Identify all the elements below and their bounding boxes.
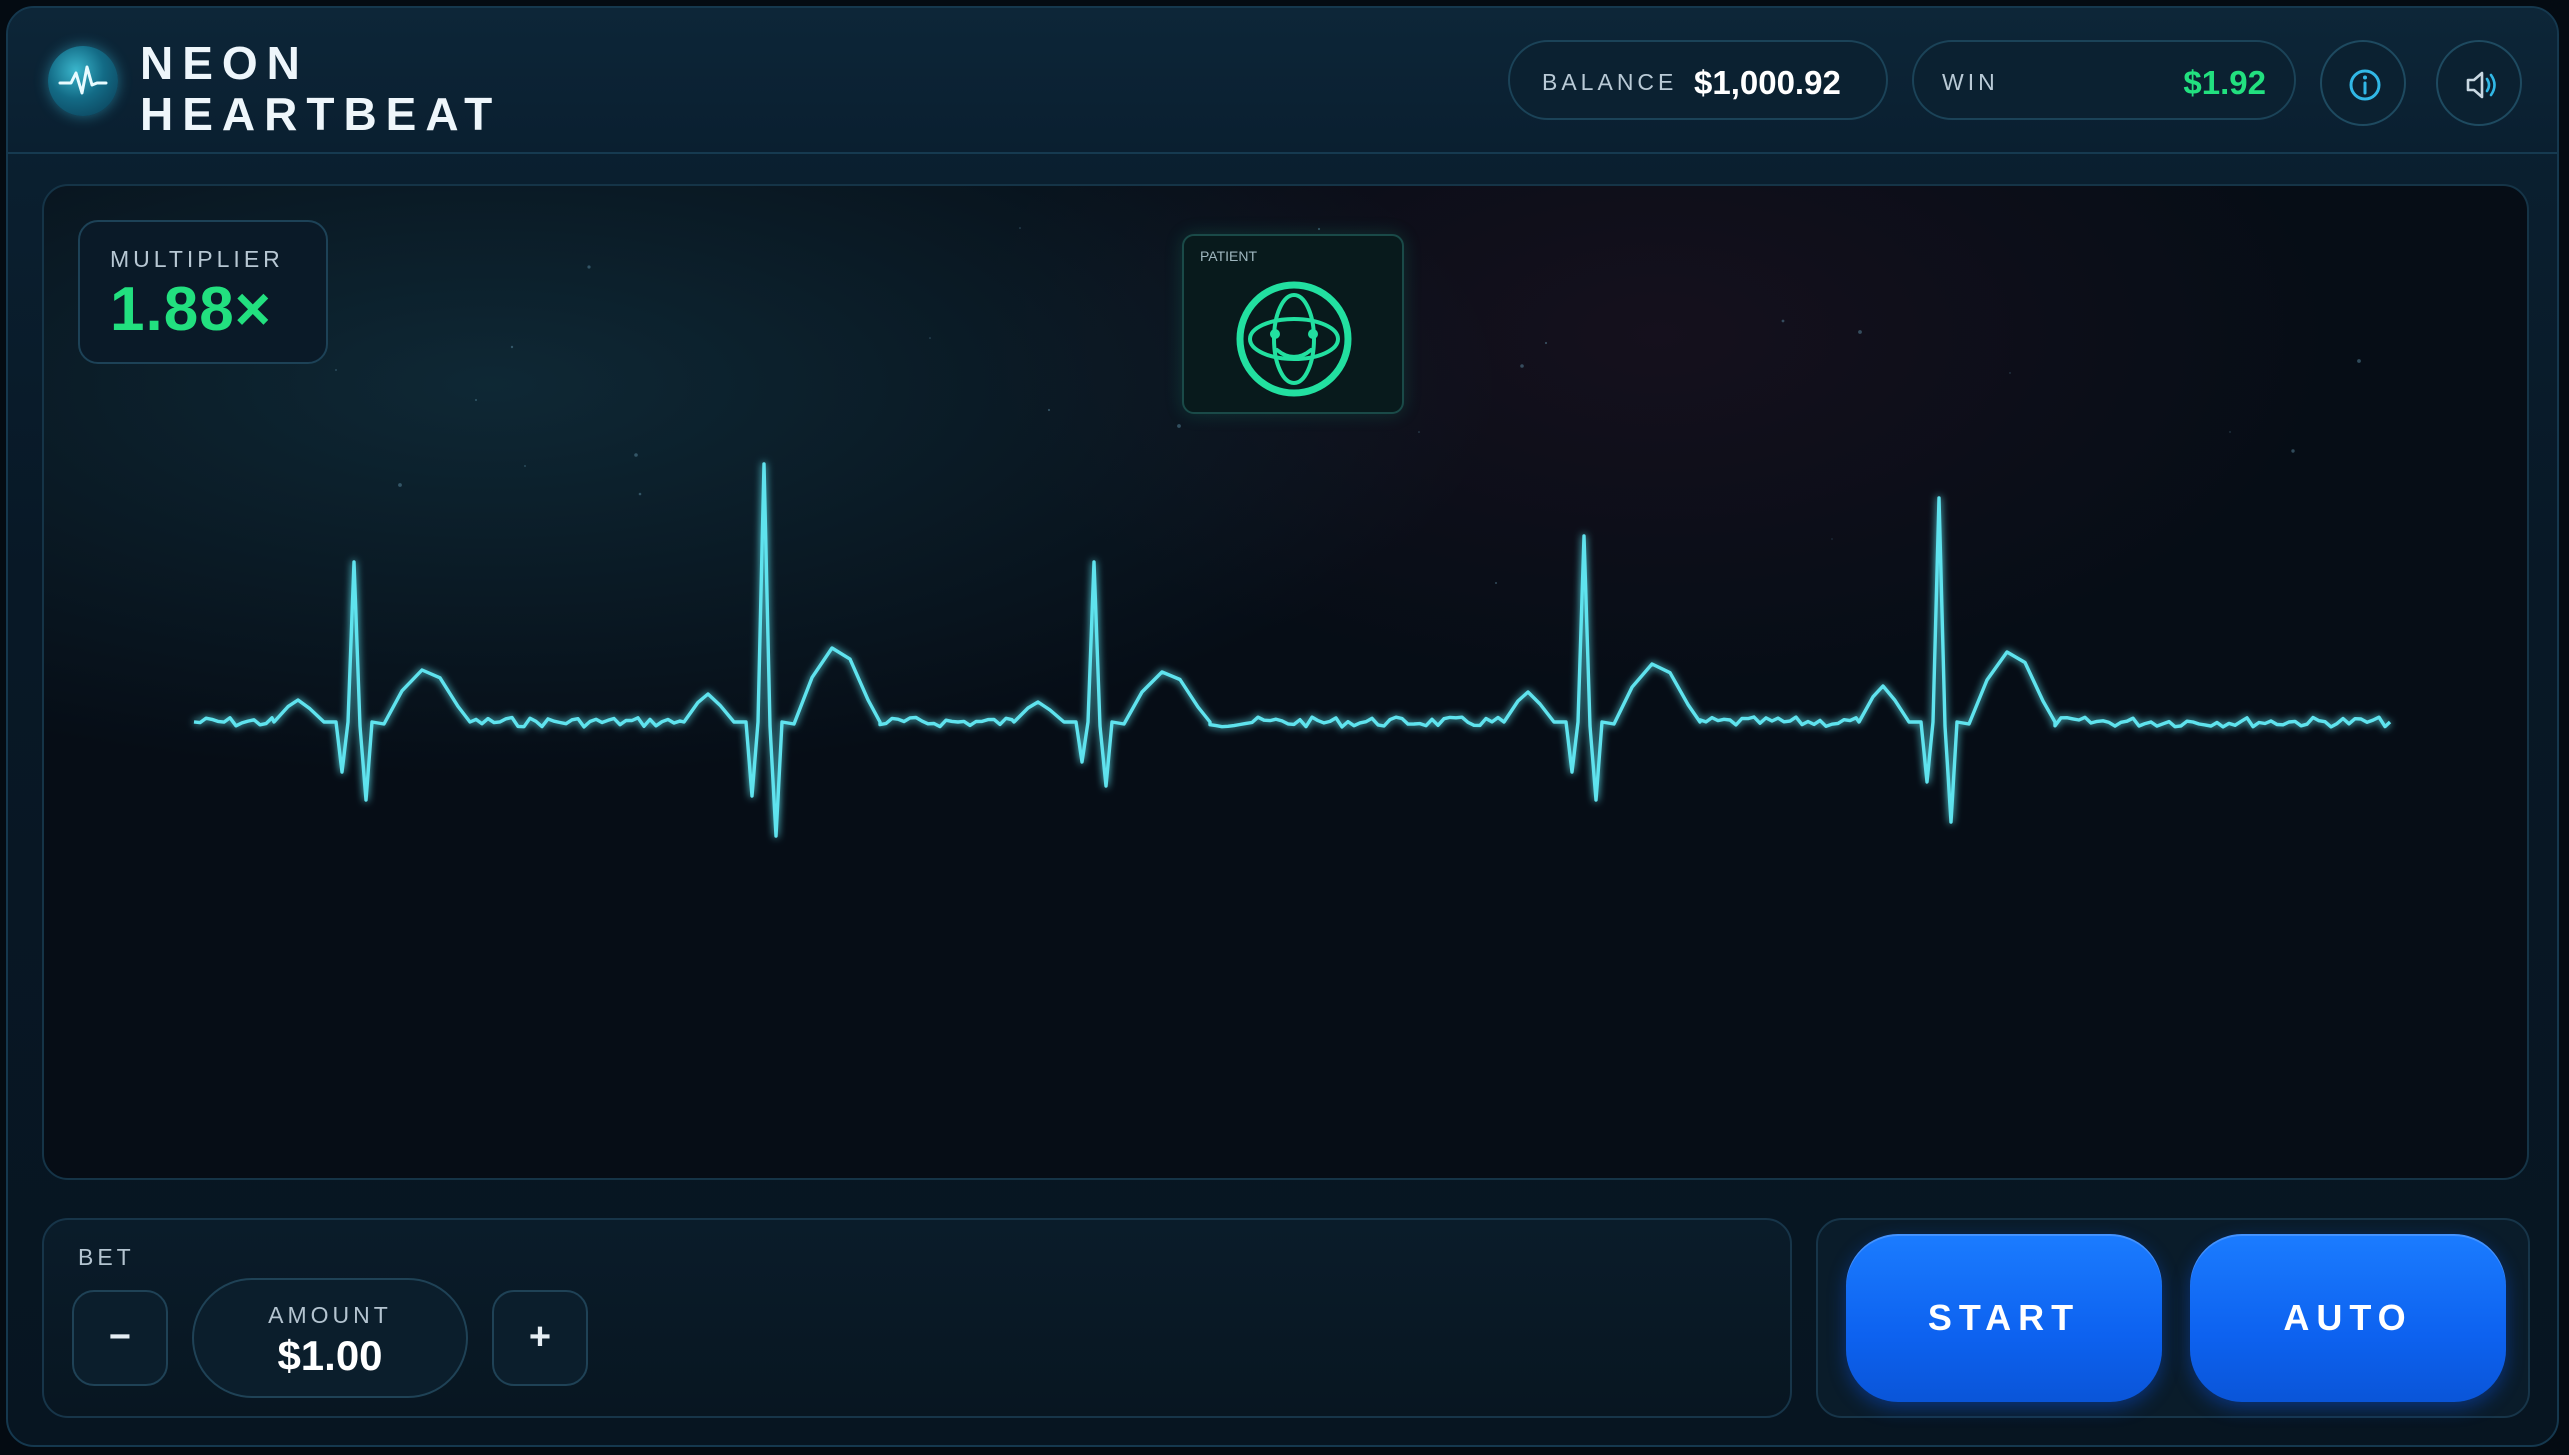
star-dot <box>398 483 402 487</box>
star-dot <box>1495 582 1497 584</box>
multiplier-value: 1.88× <box>110 275 272 344</box>
speaker-icon <box>2466 71 2496 99</box>
star-dot <box>2357 359 2361 363</box>
star-dot <box>1019 227 1021 229</box>
star-dot <box>1858 330 1862 334</box>
star-dot <box>2229 431 2231 433</box>
title-line-2: HEARTBEAT <box>140 88 502 140</box>
amount-label: AMOUNT <box>268 1302 392 1328</box>
star-dot <box>638 492 642 496</box>
multiplier-panel: MULTIPLIER 1.88× <box>78 220 328 364</box>
star-dot <box>475 399 477 401</box>
bet-panel: BET − AMOUNT $1.00 + <box>42 1218 1792 1418</box>
monitor-stage: MULTIPLIER 1.88× PATIENT <box>42 184 2529 1180</box>
header-bar: NEON HEARTBEAT BALANCE $1,000.92 WIN $1.… <box>8 8 2557 154</box>
star-dot <box>1047 408 1051 412</box>
star-dot <box>1418 431 1420 433</box>
heartbeat-icon <box>48 46 118 116</box>
star-dot <box>524 465 526 467</box>
info-button[interactable] <box>2320 40 2406 126</box>
balance-value: $1,000.92 <box>1694 64 1841 101</box>
star-dot <box>1544 341 1548 345</box>
ecg-trace <box>193 462 2392 838</box>
star-dot <box>587 265 591 269</box>
patient-label: PATIENT <box>1200 248 1258 264</box>
star-dot <box>1177 424 1181 428</box>
star-dot <box>2009 372 2011 374</box>
decrease-bet-button[interactable]: − <box>72 1290 168 1386</box>
star-dot <box>929 337 931 339</box>
patient-orb-icon <box>1236 281 1352 397</box>
amount-value: $1.00 <box>277 1332 383 1379</box>
bet-amount-field[interactable]: AMOUNT $1.00 <box>192 1278 468 1398</box>
game-frame: NEON HEARTBEAT BALANCE $1,000.92 WIN $1.… <box>6 6 2559 1447</box>
sound-button[interactable] <box>2436 40 2522 126</box>
win-label: WIN <box>1942 69 1999 95</box>
action-panel: START AUTO <box>1816 1218 2530 1418</box>
star-dot <box>510 345 514 349</box>
win-display: WIN $1.92 <box>1912 40 2296 120</box>
star-dot <box>1831 538 1833 540</box>
balance-display: BALANCE $1,000.92 <box>1508 40 1888 120</box>
star-dot <box>1781 319 1785 323</box>
star-dot <box>2291 449 2295 453</box>
auto-button[interactable]: AUTO <box>2190 1234 2506 1402</box>
start-button[interactable]: START <box>1846 1234 2162 1402</box>
game-title: NEON HEARTBEAT <box>140 38 501 140</box>
star-dot <box>335 369 337 371</box>
title-line-1: NEON <box>140 37 309 89</box>
star-dot <box>1317 227 1321 231</box>
bet-label: BET <box>78 1244 135 1270</box>
multiplier-label: MULTIPLIER <box>110 246 284 272</box>
star-dot <box>1520 364 1524 368</box>
balance-label: BALANCE <box>1542 69 1678 95</box>
win-value: $1.92 <box>2183 64 2266 101</box>
increase-bet-button[interactable]: + <box>492 1290 588 1386</box>
star-dot <box>634 453 638 457</box>
info-icon <box>2349 69 2381 101</box>
patient-card: PATIENT <box>1182 234 1404 414</box>
